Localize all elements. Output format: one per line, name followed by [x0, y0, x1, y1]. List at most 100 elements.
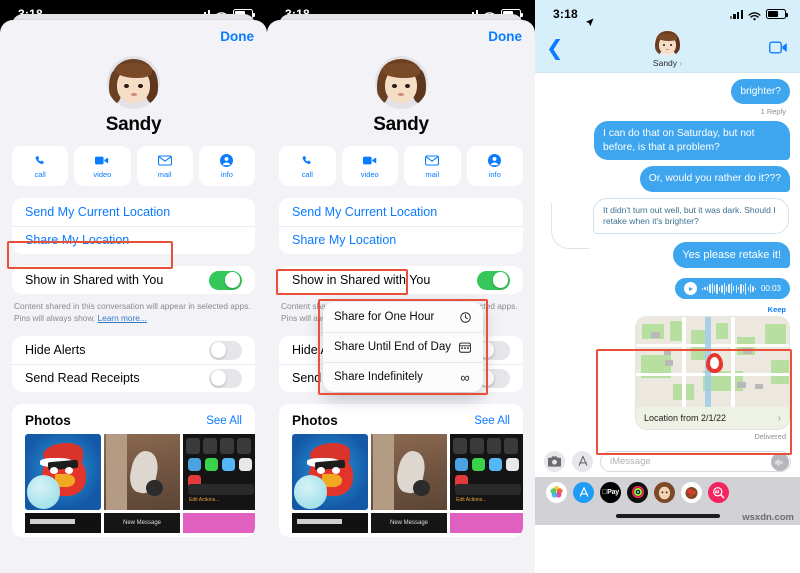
call-label: call	[301, 170, 313, 179]
contact-name: Sandy	[105, 114, 162, 135]
app-drawer[interactable]: Pay	[535, 477, 800, 507]
home-indicator-area: wsxdn.com	[535, 507, 800, 525]
camera-icon[interactable]	[544, 450, 565, 472]
photo-thumbnail[interactable]	[183, 513, 255, 534]
photo-thumbnail[interactable]	[25, 513, 101, 534]
mail-button[interactable]: mail	[404, 146, 461, 186]
calendar-icon	[458, 342, 472, 353]
learn-more-link[interactable]: Learn more...	[97, 313, 146, 323]
done-button[interactable]: Done	[488, 29, 522, 44]
photo-thumbnail[interactable]: Edit Actions...	[183, 434, 255, 511]
header-contact-name[interactable]: Sandy ›	[653, 58, 682, 68]
send-my-current-location-row[interactable]: Send My Current Location	[279, 198, 523, 226]
status-bar: 3:18	[535, 0, 800, 28]
photo-thumbnail[interactable]: New Message	[371, 513, 447, 534]
show-in-shared-with-you-toggle[interactable]	[209, 270, 242, 290]
message-bubble-outgoing[interactable]: brighter?	[731, 79, 790, 105]
thread-connector	[551, 202, 589, 249]
back-button[interactable]: ❮	[546, 38, 564, 59]
info-button[interactable]: info	[198, 146, 255, 186]
share-for-one-hour-label: Share for One Hour	[334, 311, 435, 323]
photo-thumbnail[interactable]	[292, 513, 368, 534]
photo-thumbnail[interactable]	[104, 434, 180, 511]
mail-button[interactable]: mail	[136, 146, 193, 186]
phone-icon	[34, 153, 46, 168]
facetime-button[interactable]	[769, 41, 788, 59]
photo-thumbnail[interactable]	[371, 434, 447, 511]
send-read-receipts-toggle[interactable]	[209, 368, 242, 388]
play-icon[interactable]	[684, 282, 698, 296]
photos-thumbnails: Edit Actions...	[12, 434, 255, 511]
photo-thumbnail[interactable]	[292, 434, 368, 511]
map-preview[interactable]	[636, 317, 789, 408]
share-indefinitely-label: Share Indefinitely	[334, 371, 423, 383]
phone-panel-one: 3:18 Done Sandy	[0, 0, 267, 573]
photo-thumbnail[interactable]	[450, 513, 523, 534]
sheet-header: Done	[267, 20, 535, 53]
show-in-shared-with-you-row[interactable]: Show in Shared with You	[279, 266, 523, 294]
voice-message-bubble[interactable]: 00:03	[675, 278, 790, 300]
photos-title: Photos	[292, 413, 338, 429]
call-button[interactable]: call	[279, 146, 336, 186]
done-button[interactable]: Done	[220, 29, 254, 44]
share-my-location-label: Share My Location	[25, 233, 130, 247]
memoji-app-icon[interactable]	[654, 481, 675, 503]
video-camera-icon	[362, 153, 377, 168]
photo-thumbnail[interactable]: Edit Actions...	[450, 434, 523, 511]
audio-waveform	[702, 282, 756, 295]
message-bubble-outgoing[interactable]: Or, would you rather do it???	[639, 166, 790, 192]
share-for-one-hour-item[interactable]: Share for One Hour	[323, 302, 483, 332]
quick-actions-row: call video mail info	[0, 146, 267, 186]
keep-button[interactable]: Keep	[545, 305, 786, 314]
app-store-icon[interactable]	[572, 450, 593, 472]
audio-wave-icon[interactable]	[770, 453, 789, 471]
phone-panel-three-messages: 3:18 ❮ Sandy › brighter? 1 Reply I can d…	[535, 0, 800, 573]
share-indefinitely-item[interactable]: Share Indefinitely ∞	[323, 362, 483, 392]
images-app-icon[interactable]	[708, 481, 729, 503]
avatar[interactable]	[107, 56, 160, 109]
location-group: Send My Current Location Share My Locati…	[12, 198, 255, 254]
fitness-app-icon[interactable]	[627, 481, 648, 503]
share-my-location-row[interactable]: Share My Location	[12, 226, 255, 254]
home-indicator[interactable]	[615, 514, 720, 518]
location-label: Location from 2/1/22	[644, 413, 727, 424]
show-in-shared-with-you-row[interactable]: Show in Shared with You	[12, 266, 255, 294]
video-button[interactable]: video	[341, 146, 398, 186]
see-all-button[interactable]: See All	[474, 415, 510, 427]
message-bubble-incoming[interactable]: It didn't turn out well, but it was dark…	[593, 197, 789, 234]
hide-alerts-toggle[interactable]	[209, 340, 242, 360]
location-label-row[interactable]: Location from 2/1/22 ›	[636, 407, 789, 430]
message-bubble-outgoing[interactable]: Yes please retake it!	[673, 241, 790, 269]
send-read-receipts-row[interactable]: Send Read Receipts	[12, 364, 255, 392]
reply-count-label[interactable]: 1 Reply	[545, 107, 786, 116]
hide-alerts-row[interactable]: Hide Alerts	[12, 336, 255, 364]
imessage-input[interactable]: iMessage	[600, 450, 791, 472]
call-button[interactable]: call	[12, 146, 69, 186]
photo-thumbnail[interactable]: New Message	[104, 513, 180, 534]
share-my-location-row[interactable]: Share My Location	[279, 226, 523, 254]
avatar[interactable]	[374, 56, 428, 109]
message-bubble-outgoing[interactable]: I can do that on Saturday, but not befor…	[594, 121, 790, 161]
message-thread[interactable]: brighter? 1 Reply I can do that on Satur…	[535, 73, 800, 445]
photo-thumbnail[interactable]	[25, 434, 101, 511]
mail-label: mail	[157, 170, 172, 179]
see-all-button[interactable]: See All	[206, 415, 242, 427]
app-store-app-icon[interactable]	[573, 481, 594, 503]
memoji-two-app-icon[interactable]	[681, 481, 702, 503]
share-until-end-of-day-item[interactable]: Share Until End of Day	[323, 332, 483, 362]
battery-icon	[766, 9, 788, 19]
send-read-receipts-label: Send Read Receipts	[25, 371, 140, 386]
photos-header: Photos See All	[12, 404, 255, 434]
mail-label: mail	[425, 170, 440, 179]
show-in-shared-with-you-toggle[interactable]	[477, 270, 510, 290]
chevron-right-icon: ›	[777, 412, 781, 424]
info-button[interactable]: info	[466, 146, 523, 186]
send-my-current-location-row[interactable]: Send My Current Location	[12, 198, 255, 226]
photos-app-icon[interactable]	[546, 481, 567, 503]
photos-thumbnails-second-row: New Message	[25, 513, 255, 534]
location-message-bubble[interactable]: Location from 2/1/22 ›	[635, 316, 790, 431]
avatar[interactable]	[654, 30, 681, 57]
video-button[interactable]: video	[74, 146, 131, 186]
share-location-popup-menu[interactable]: Share for One Hour Share Until End of Da…	[323, 302, 483, 392]
apple-pay-app-icon[interactable]: Pay	[600, 481, 621, 503]
